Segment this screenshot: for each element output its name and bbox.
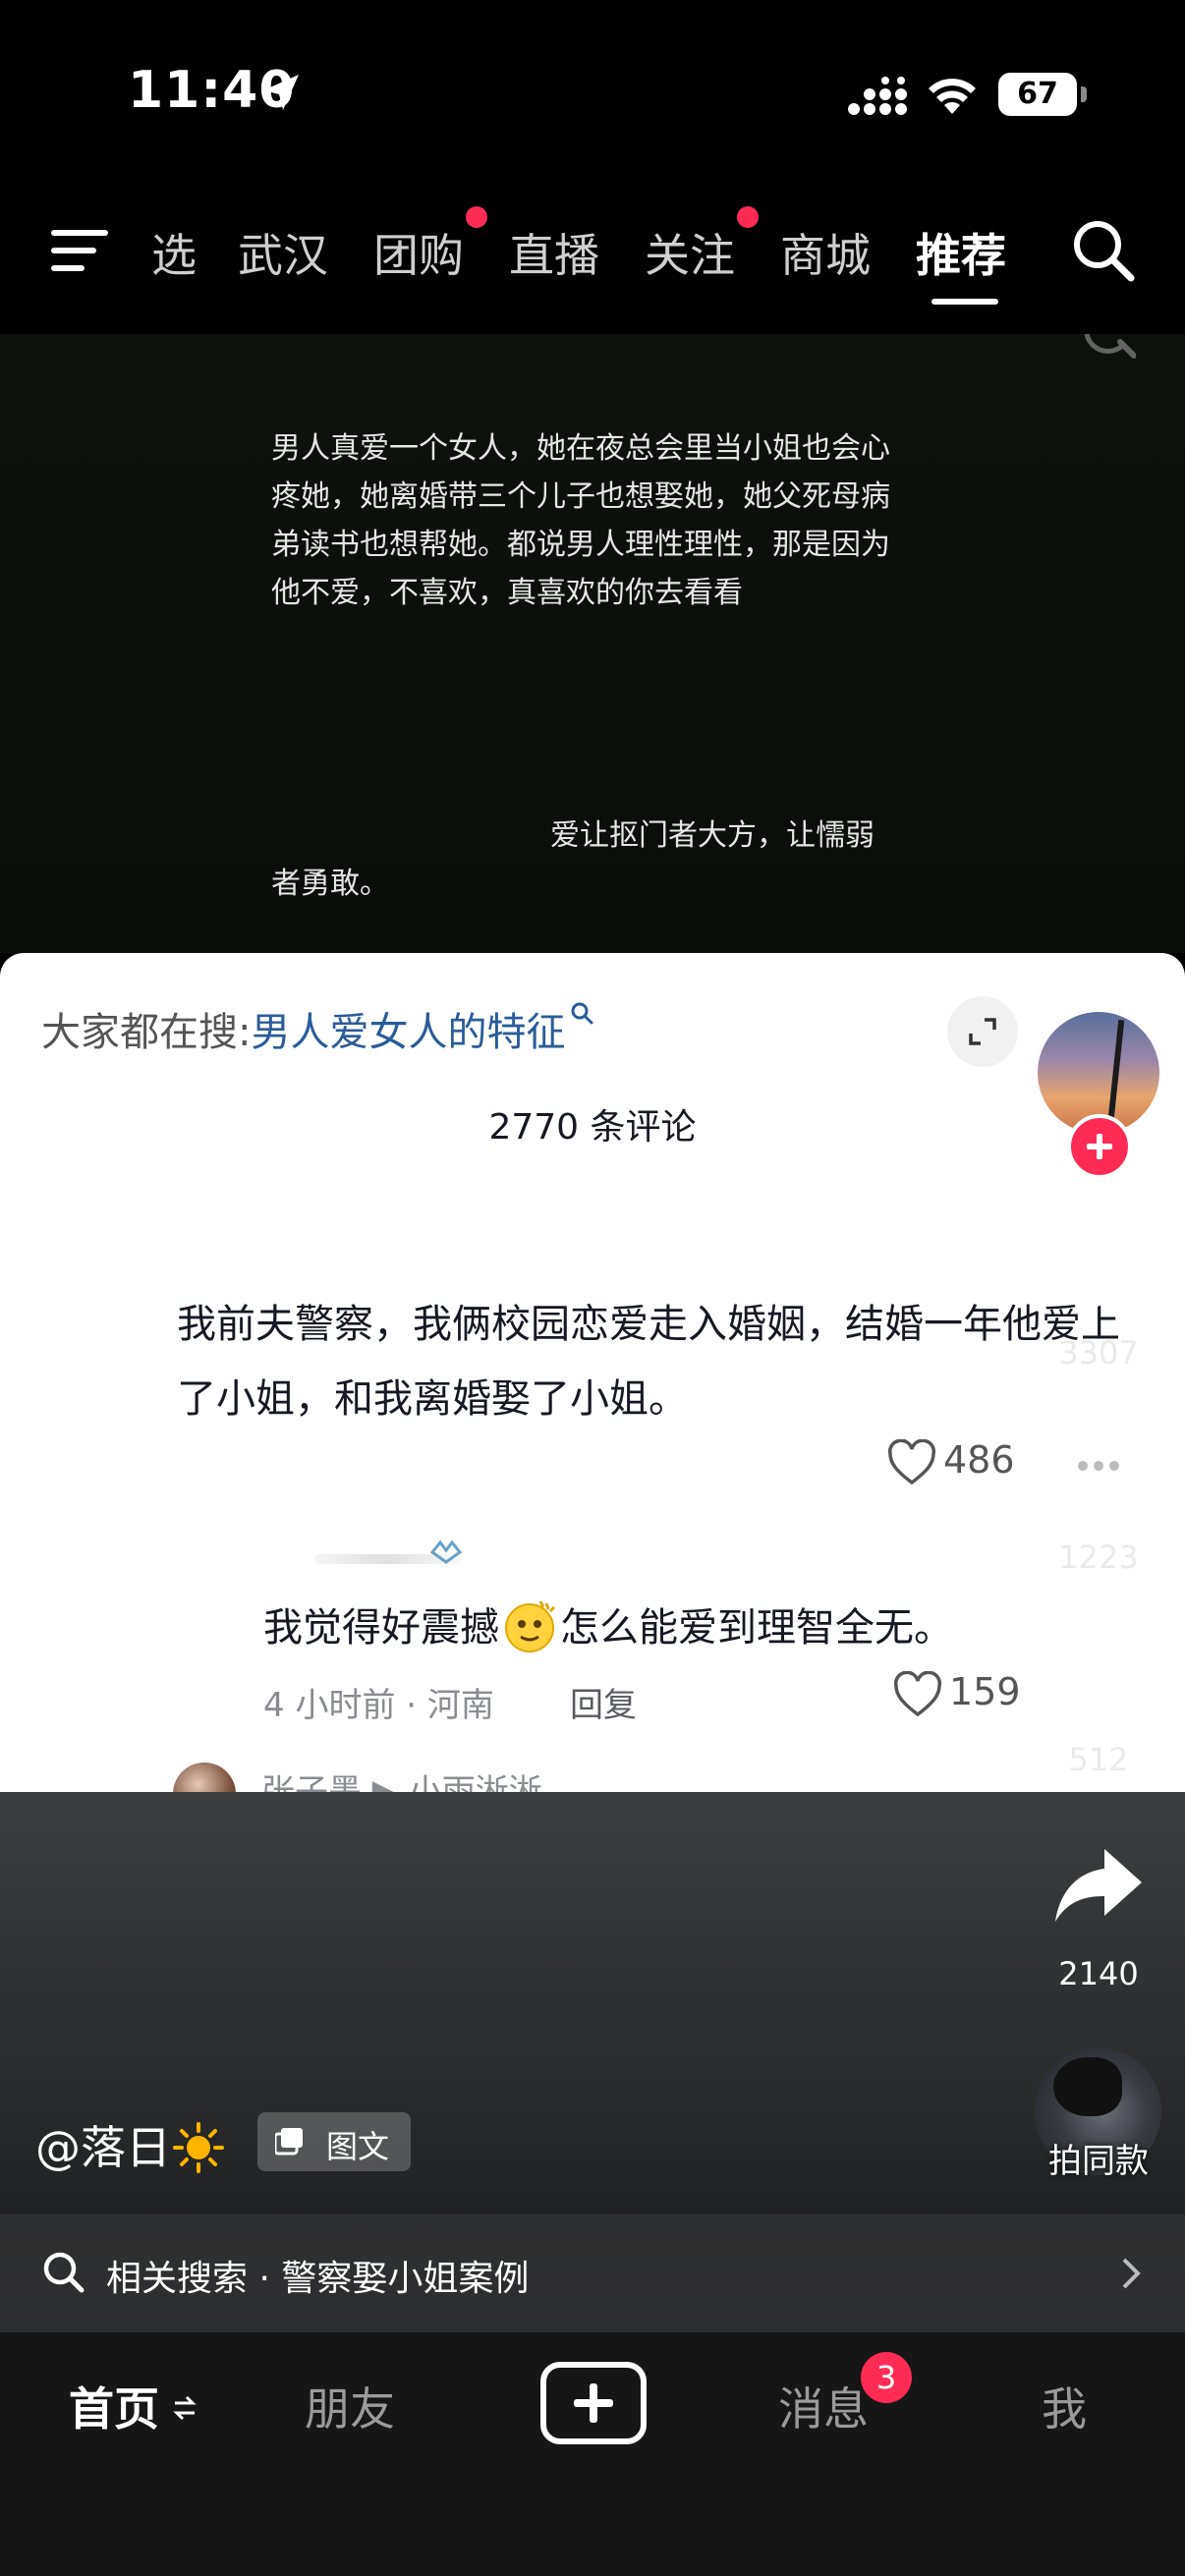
comment-3-author-partial: 张子墨 ▶ 小雨淅淅 bbox=[261, 1772, 542, 1792]
comment-1-text[interactable]: 我前夫警察，我俩校园恋爱走入婚姻，结婚一年他爱上了小姐，和我离婚娶了小姐。 bbox=[177, 1287, 1140, 1436]
same-style-label[interactable]: 拍同款 bbox=[1018, 2134, 1179, 2182]
author-name[interactable]: @落日 bbox=[35, 2112, 226, 2177]
search-icon[interactable] bbox=[1071, 218, 1136, 283]
heart-outline-icon bbox=[893, 1670, 942, 1716]
group-buy-notification-dot bbox=[466, 206, 487, 228]
related-search-bar[interactable]: 相关搜索 · 警察娶小姐案例 bbox=[0, 2214, 1185, 2332]
heart-outline-icon bbox=[887, 1438, 936, 1484]
post-image-text[interactable]: 男人真爱一个女人，她在夜总会里当小姐也会心疼她，她离婚带三个儿子也想娶她，她父死… bbox=[0, 334, 1185, 953]
following-notification-dot bbox=[737, 206, 759, 228]
comment-1-like-count: 486 bbox=[943, 1438, 1015, 1482]
comments-sheet: 大家都在搜:男人爱女人的特征 2770 条评论 我前夫警察，我俩校园恋爱走入婚姻… bbox=[0, 953, 1185, 1792]
comment-2-like-count: 159 bbox=[949, 1670, 1021, 1713]
comment-2-text-before: 我觉得好震撼 bbox=[263, 1605, 499, 1651]
search-icon bbox=[43, 2252, 85, 2293]
follow-button[interactable] bbox=[1067, 1114, 1132, 1179]
comment-count: 2770 条评论 bbox=[488, 1107, 697, 1148]
image-text-tag[interactable]: 图文 bbox=[257, 2112, 411, 2171]
share-count: 2140 bbox=[1058, 1955, 1139, 1992]
favorite-count: 512 bbox=[1068, 1741, 1129, 1778]
tab-group-buy[interactable]: 团购 bbox=[373, 220, 464, 285]
tab-home[interactable]: 首页 bbox=[69, 2374, 159, 2438]
active-tab-underline bbox=[931, 299, 998, 305]
battery-indicator: 67 bbox=[998, 73, 1087, 116]
plus-icon bbox=[574, 2383, 613, 2423]
author-handle: @落日 bbox=[35, 2121, 171, 2174]
tab-friends[interactable]: 朋友 bbox=[305, 2374, 395, 2438]
status-bar: 11:40 67 bbox=[0, 0, 1185, 187]
small-search-icon bbox=[571, 1002, 593, 1025]
menu-icon[interactable] bbox=[51, 226, 112, 275]
expand-button[interactable] bbox=[947, 996, 1018, 1067]
tab-mall[interactable]: 商城 bbox=[780, 220, 871, 285]
post-paragraph-2: 爱让抠门者大方，让懦弱者勇敢。 bbox=[271, 818, 875, 901]
tab-messages[interactable]: 消息 bbox=[778, 2374, 869, 2438]
favorite-star-icon[interactable] bbox=[1049, 1627, 1148, 1715]
related-search-text: 相关搜索 · 警察娶小姐案例 bbox=[106, 2259, 530, 2299]
sun-emoji-icon bbox=[173, 2121, 224, 2173]
tab-recommended[interactable]: 推荐 bbox=[916, 220, 1006, 285]
chevron-right-icon bbox=[1122, 2258, 1141, 2289]
comment-2-text-after: 怎么能爱到理智全无。 bbox=[560, 1605, 953, 1651]
hot-search-bar[interactable]: 大家都在搜:男人爱女人的特征 bbox=[41, 1000, 594, 1057]
dizzy-emoji-icon bbox=[505, 1600, 556, 1652]
hot-search-prefix: 大家都在搜: bbox=[41, 1010, 252, 1055]
comment-2-meta: 4 小时前 · 河南 bbox=[263, 1686, 494, 1725]
battery-tip bbox=[1081, 86, 1087, 102]
location-arrow-icon bbox=[263, 75, 299, 110]
like-count: 3307 bbox=[1058, 1334, 1139, 1372]
share-arrow-icon[interactable] bbox=[1049, 1843, 1148, 1932]
plus-icon bbox=[1087, 1134, 1112, 1159]
hot-search-keyword[interactable]: 男人爱女人的特征 bbox=[251, 1010, 565, 1055]
tab-wuhan[interactable]: 武汉 bbox=[238, 220, 328, 285]
wifi-icon bbox=[929, 79, 976, 114]
comment-1-like-button[interactable]: 486 bbox=[886, 1438, 1015, 1486]
like-heart-icon[interactable] bbox=[1049, 1224, 1148, 1313]
tab-live[interactable]: 直播 bbox=[509, 220, 599, 285]
swap-arrows-icon[interactable] bbox=[173, 2393, 197, 2423]
create-post-button[interactable] bbox=[540, 2362, 647, 2444]
expand-icon bbox=[969, 1018, 996, 1045]
music-disc-image bbox=[1053, 2057, 1122, 2116]
badge-icon bbox=[429, 1540, 463, 1564]
top-nav: 选 武汉 团购 直播 关注 商城 推荐 bbox=[0, 196, 1185, 324]
faint-search-icon bbox=[1084, 334, 1136, 359]
comment-count-side: 1223 bbox=[1058, 1539, 1139, 1576]
post-paragraph-1: 男人真爱一个女人，她在夜总会里当小姐也会心疼她，她离婚带三个儿子也想娶她，她父死… bbox=[271, 431, 890, 610]
bottom-tab-bar: 首页 朋友 消息 3 我 bbox=[0, 2332, 1185, 2576]
tab-select[interactable]: 选 bbox=[151, 220, 197, 285]
comment-3-avatar[interactable] bbox=[173, 1763, 236, 1792]
battery-level: 67 bbox=[1017, 77, 1058, 111]
comment-2-text[interactable]: 我觉得好震撼 怎么能爱到理智全无。 bbox=[263, 1596, 953, 1654]
comment-bubble-icon[interactable] bbox=[1049, 1425, 1148, 1513]
image-text-icon bbox=[275, 2128, 303, 2156]
comment-2-reply-button[interactable]: 回复 bbox=[570, 1678, 637, 1726]
image-text-tag-label: 图文 bbox=[326, 2128, 390, 2165]
messages-badge: 3 bbox=[861, 2352, 912, 2403]
tab-me[interactable]: 我 bbox=[1042, 2374, 1087, 2438]
cellular-signal-icon bbox=[848, 77, 907, 115]
tab-following[interactable]: 关注 bbox=[645, 220, 735, 285]
comment-2-like-button[interactable]: 159 bbox=[892, 1670, 1021, 1718]
